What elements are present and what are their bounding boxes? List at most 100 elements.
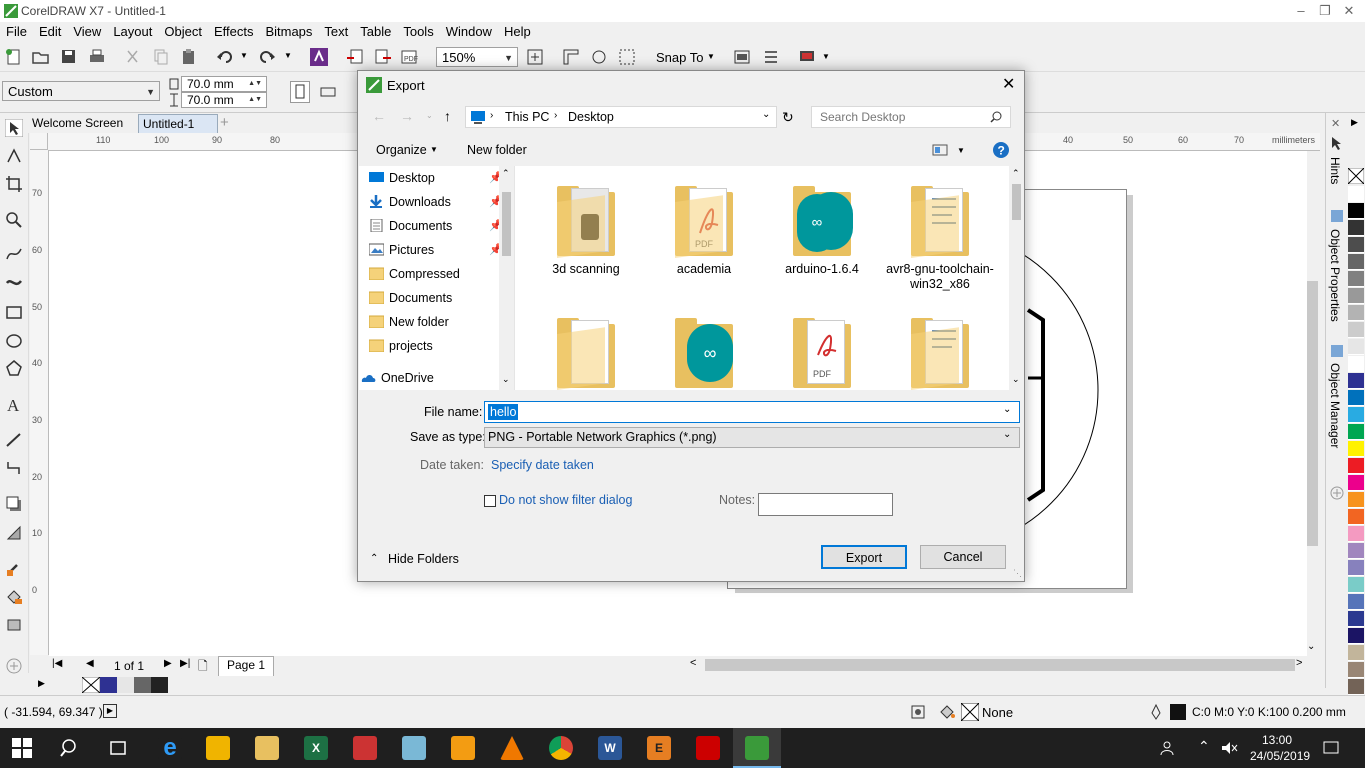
organize-menu[interactable]: Organize [376, 143, 427, 157]
nav-item-documents[interactable]: Documents 📌 [370, 215, 503, 237]
scroll-down-icon[interactable]: ⌄ [1307, 641, 1315, 652]
view-dropdown-icon[interactable]: ▼ [957, 146, 965, 155]
file-item-academia[interactable]: PDF academia [649, 184, 759, 276]
page-tab[interactable]: Page 1 [218, 656, 275, 677]
docpal-expand-icon[interactable]: ▶ [38, 678, 45, 689]
show-grid-icon[interactable] [590, 48, 608, 66]
search-icon[interactable] [60, 738, 80, 758]
menu-window[interactable]: Window [440, 22, 498, 42]
prev-page-icon[interactable]: ◀ [86, 658, 94, 669]
file-name-dropdown-icon[interactable]: ⌄ [1003, 404, 1011, 415]
smart-fill-tool-icon[interactable] [5, 615, 23, 633]
drop-shadow-tool-icon[interactable] [5, 495, 23, 513]
eagle-icon[interactable]: E [647, 736, 671, 760]
export-button[interactable]: Export [821, 545, 907, 569]
excel-icon[interactable]: X [304, 736, 328, 760]
task-view-icon[interactable] [108, 738, 128, 758]
sublime-text-icon[interactable] [451, 736, 475, 760]
docpal-no-color-swatch[interactable] [82, 677, 100, 693]
color-proof-icon[interactable] [910, 704, 926, 720]
zoom-level-select[interactable]: 150% ▼ [436, 47, 518, 67]
paint-app-icon[interactable] [353, 736, 377, 760]
palette-swatch[interactable] [1348, 373, 1364, 389]
zoom-tool-icon[interactable] [5, 211, 23, 229]
no-filter-checkbox[interactable] [484, 495, 496, 507]
undo-dropdown-icon[interactable]: ▼ [240, 51, 248, 60]
nav-item-documents-folder[interactable]: Documents [369, 287, 452, 309]
show-rulers-icon[interactable] [562, 48, 580, 66]
volume-muted-icon[interactable] [1220, 740, 1238, 756]
breadcrumb-this-pc[interactable]: This PC [505, 110, 549, 124]
palette-swatch[interactable] [1348, 220, 1364, 236]
palette-swatch[interactable] [1348, 645, 1364, 661]
export-icon[interactable] [374, 48, 392, 66]
palette-swatch[interactable] [1348, 611, 1364, 627]
nav-item-downloads[interactable]: Downloads 📌 [370, 191, 503, 213]
recent-locations-icon[interactable]: ⌄ [426, 111, 433, 120]
file-item[interactable]: PDF [767, 316, 877, 390]
search-content-icon[interactable] [310, 48, 328, 66]
file-item[interactable]: ∞ [649, 316, 759, 390]
palette-swatch[interactable] [1348, 594, 1364, 610]
nav-scrollbar-thumb[interactable] [502, 192, 511, 256]
palette-swatch[interactable] [1348, 339, 1364, 355]
nav-item-pictures[interactable]: Pictures 📌 [369, 239, 503, 261]
tab-welcome-screen[interactable]: Welcome Screen [28, 114, 127, 133]
copy-icon[interactable] [152, 48, 170, 66]
rectangle-tool-icon[interactable] [5, 303, 23, 321]
chrome-icon[interactable] [549, 736, 573, 760]
file-name-input[interactable]: hello ⌄ [484, 401, 1020, 423]
palette-swatch[interactable] [1348, 577, 1364, 593]
nav-item-projects[interactable]: projects [369, 335, 433, 357]
menu-effects[interactable]: Effects [208, 22, 260, 42]
object-manager-tab[interactable]: Object Manager [1328, 363, 1342, 448]
docpal-swatch[interactable] [151, 677, 168, 693]
welcome-screen-icon[interactable] [733, 48, 751, 66]
parallel-dimension-tool-icon[interactable] [5, 431, 23, 449]
add-tool-icon[interactable] [5, 657, 23, 675]
change-view-icon[interactable] [932, 143, 948, 157]
file-item[interactable] [885, 316, 995, 390]
file-item-avr8-gnu-toolchain[interactable]: avr8-gnu-toolchain-win32_x86 [885, 184, 995, 292]
show-guidelines-icon[interactable] [618, 48, 636, 66]
nav-scrollbar[interactable]: ⌃ ⌄ [499, 166, 514, 390]
palette-swatch[interactable] [1348, 560, 1364, 576]
undo-icon[interactable] [216, 48, 234, 66]
menu-edit[interactable]: Edit [33, 22, 67, 42]
paste-icon[interactable] [180, 48, 198, 66]
no-filter-label[interactable]: Do not show filter dialog [499, 493, 632, 507]
vertical-ruler[interactable]: 70 60 50 40 30 20 10 0 [30, 150, 49, 655]
scroll-down-icon[interactable]: ⌄ [502, 374, 510, 385]
palette-swatch[interactable] [1348, 475, 1364, 491]
resize-grip-icon[interactable]: ⋱ [1013, 568, 1022, 579]
up-arrow-icon[interactable]: ↑ [444, 108, 451, 124]
app-icon[interactable] [402, 736, 426, 760]
forward-arrow-icon[interactable]: → [400, 108, 414, 124]
text-tool-icon[interactable]: A [5, 395, 23, 413]
close-dialog-icon[interactable]: ✕ [1002, 74, 1015, 94]
add-tab-icon[interactable]: + [216, 114, 233, 133]
vlc-icon[interactable] [500, 736, 524, 760]
palette-swatch[interactable] [1348, 356, 1364, 372]
application-launcher-icon[interactable] [798, 48, 816, 66]
palette-swatch[interactable] [1348, 254, 1364, 270]
palette-swatch[interactable] [1348, 679, 1364, 695]
coreldraw-taskbar-button[interactable] [733, 728, 781, 768]
hints-tab[interactable]: Hints [1328, 157, 1342, 184]
print-icon[interactable] [88, 48, 106, 66]
ellipse-tool-icon[interactable] [5, 331, 23, 349]
clock-date[interactable]: 24/05/2019 [1250, 749, 1310, 763]
word-icon[interactable]: W [598, 736, 622, 760]
polygon-tool-icon[interactable] [5, 359, 23, 377]
organize-dropdown-icon[interactable]: ▼ [430, 145, 438, 154]
launcher-dropdown-icon[interactable]: ▼ [822, 52, 830, 61]
save-as-type-select[interactable]: PNG - Portable Network Graphics (*.png) … [484, 427, 1020, 448]
snap-to-menu[interactable]: Snap To [656, 50, 703, 65]
docpal-swatch[interactable] [117, 677, 134, 693]
next-page-icon[interactable]: ▶ [164, 658, 172, 669]
scroll-left-icon[interactable]: < [690, 657, 696, 669]
file-item-arduino[interactable]: ∞ arduino-1.6.4 [767, 184, 877, 276]
palette-swatch[interactable] [1348, 662, 1364, 678]
file-list-scrollbar-thumb[interactable] [1012, 184, 1021, 220]
cut-icon[interactable] [124, 48, 142, 66]
